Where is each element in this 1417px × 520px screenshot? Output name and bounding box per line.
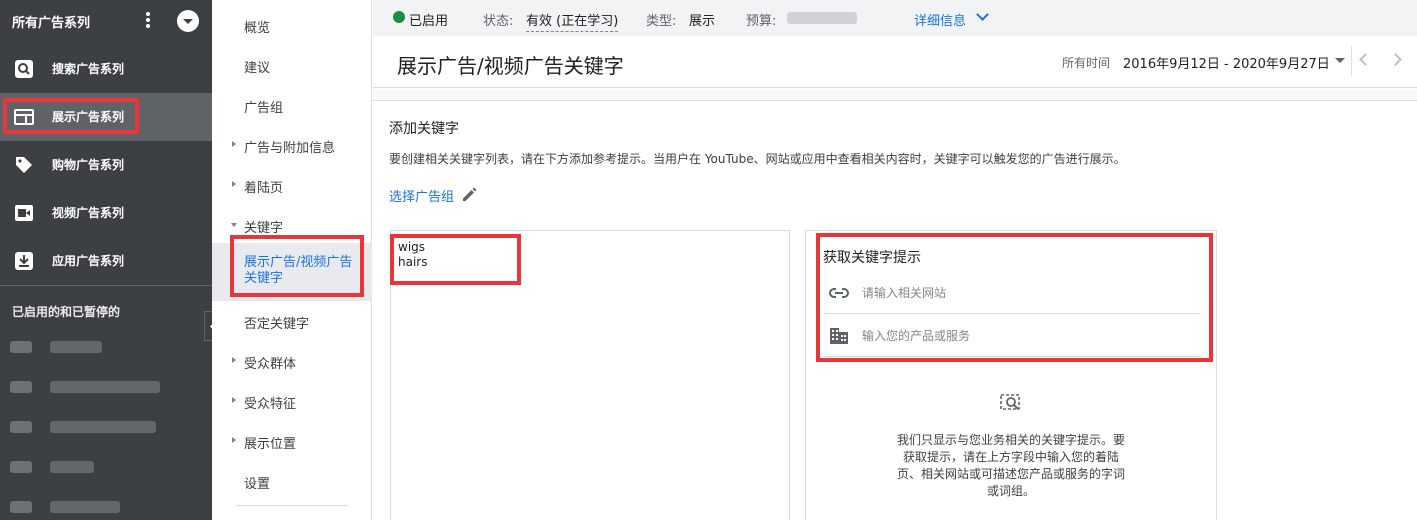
highlight-box-keywords [390,234,521,285]
menu-item-placements[interactable]: 展示位置 [212,420,372,460]
campaign-row-blurred[interactable] [0,366,212,406]
campaign-label: 应用广告系列 [52,254,125,268]
chevron-down-icon[interactable] [976,8,989,21]
type-label: 类型: [646,14,677,29]
menu-item-audiences[interactable]: 受众群体 [212,340,372,380]
enabled-status-dot [393,11,405,23]
page-header: 展示广告/视频广告关键字 所有时间 2016年9月12日 - 2020年9月27… [373,36,1417,88]
campaign-row-blurred[interactable] [0,406,212,446]
select-ad-group-link[interactable]: 选择广告组 [389,186,454,205]
type-value: 展示 [689,14,716,29]
menu-item-negative-keywords[interactable]: 否定关键字 [212,300,372,340]
campaign-item-video[interactable]: 视频广告系列 [0,189,212,237]
app-download-icon [15,252,33,270]
menu-label: 着陆页 [244,181,284,196]
expand-arrow-icon [232,181,236,187]
header-shadow [373,89,1417,101]
campaign-item-shopping[interactable]: 购物广告系列 [0,141,212,189]
campaign-label: 视频广告系列 [52,206,125,220]
campaign-label: 搜索广告系列 [52,62,125,76]
menu-label: 受众群体 [244,357,297,372]
menu-label: 广告组 [244,101,284,116]
menu-item-ads-extensions[interactable]: 广告与附加信息 [212,124,372,164]
add-keywords-description: 要创建相关关键字列表，请在下方添加参考提示。当用户在 YouTube、网站或应用… [389,152,1126,166]
menu-label: 设置 [244,477,271,492]
previous-period-icon[interactable] [1359,53,1372,66]
expand-arrow-icon [232,437,236,443]
campaign-item-search[interactable]: 搜索广告系列 [0,45,212,93]
collapse-arrow-icon [231,223,237,227]
date-range-value[interactable]: 2016年9月12日 - 2020年9月27日 [1123,53,1330,72]
page-title: 展示广告/视频广告关键字 [397,54,624,78]
menu-label: 建议 [244,61,271,76]
menu-item-recommendations[interactable]: 建议 [212,44,372,84]
menu-label: 关键字 [244,221,284,236]
menu-label: 广告与附加信息 [244,141,336,156]
highlight-box-suggestions [816,233,1213,362]
menu-item-overview[interactable]: 概览 [212,4,372,44]
next-period-icon[interactable] [1389,53,1402,66]
video-icon [15,205,33,221]
highlight-box-menu-item [230,235,364,297]
shopping-tag-icon [16,157,32,173]
suggestions-empty-text: 我们只显示与您业务相关的关键字提示。要获取提示，请在上方字段中输入您的着陆页、相… [896,433,1125,498]
menu-label: 概览 [244,21,271,36]
enabled-paused-heading: 已启用的和已暂停的 [12,305,121,319]
menu-label: 展示位置 [244,437,297,452]
sidebar-header: 所有广告系列 [0,0,212,42]
sidebar-divider [0,285,212,286]
budget-value-blurred [787,12,857,24]
menu-item-settings[interactable]: 设置 [212,460,372,500]
edit-pencil-icon[interactable] [460,184,480,204]
expand-arrow-icon [232,397,236,403]
date-range-label: 所有时间 [1062,56,1111,70]
keyword-search-icon [1000,394,1020,410]
expand-arrow-icon [232,141,236,147]
budget-label: 预算: [746,14,777,29]
campaign-label: 购物广告系列 [52,158,125,172]
date-range-dropdown-icon[interactable] [1335,58,1345,63]
menu-divider [236,505,348,506]
menu-label: 受众特征 [244,397,297,412]
enabled-label[interactable]: 已启用 [409,10,448,29]
campaign-status-bar: 已启用 状态: 有效 (正在学习) 类型: 展示 预算: 详细信息 [373,0,1417,36]
search-icon [15,60,33,78]
add-keywords-heading: 添加关键字 [389,121,459,137]
campaign-row-blurred[interactable] [0,446,212,486]
menu-item-landing-pages[interactable]: 着陆页 [212,164,372,204]
highlight-box-display-campaign [3,98,139,134]
menu-item-demographics[interactable]: 受众特征 [212,380,372,420]
dropdown-icon[interactable] [177,10,199,32]
more-options-icon[interactable] [142,11,154,31]
expand-arrow-icon [232,357,236,363]
campaign-row-blurred[interactable] [0,486,212,520]
all-campaigns-title[interactable]: 所有广告系列 [12,12,90,31]
campaign-item-app[interactable]: 应用广告系列 [0,237,212,285]
campaign-row-blurred[interactable] [0,326,212,366]
status-label: 状态: [483,14,514,29]
status-value[interactable]: 有效 (正在学习) [526,10,619,32]
menu-item-ad-groups[interactable]: 广告组 [212,84,372,124]
header-divider [1351,46,1352,76]
details-link[interactable]: 详细信息 [914,10,966,29]
campaign-sidebar: 所有广告系列 搜索广告系列 展示广告系列 购物广告系列 视频广告系列 应用广告系… [0,0,212,520]
menu-label: 否定关键字 [244,317,310,332]
